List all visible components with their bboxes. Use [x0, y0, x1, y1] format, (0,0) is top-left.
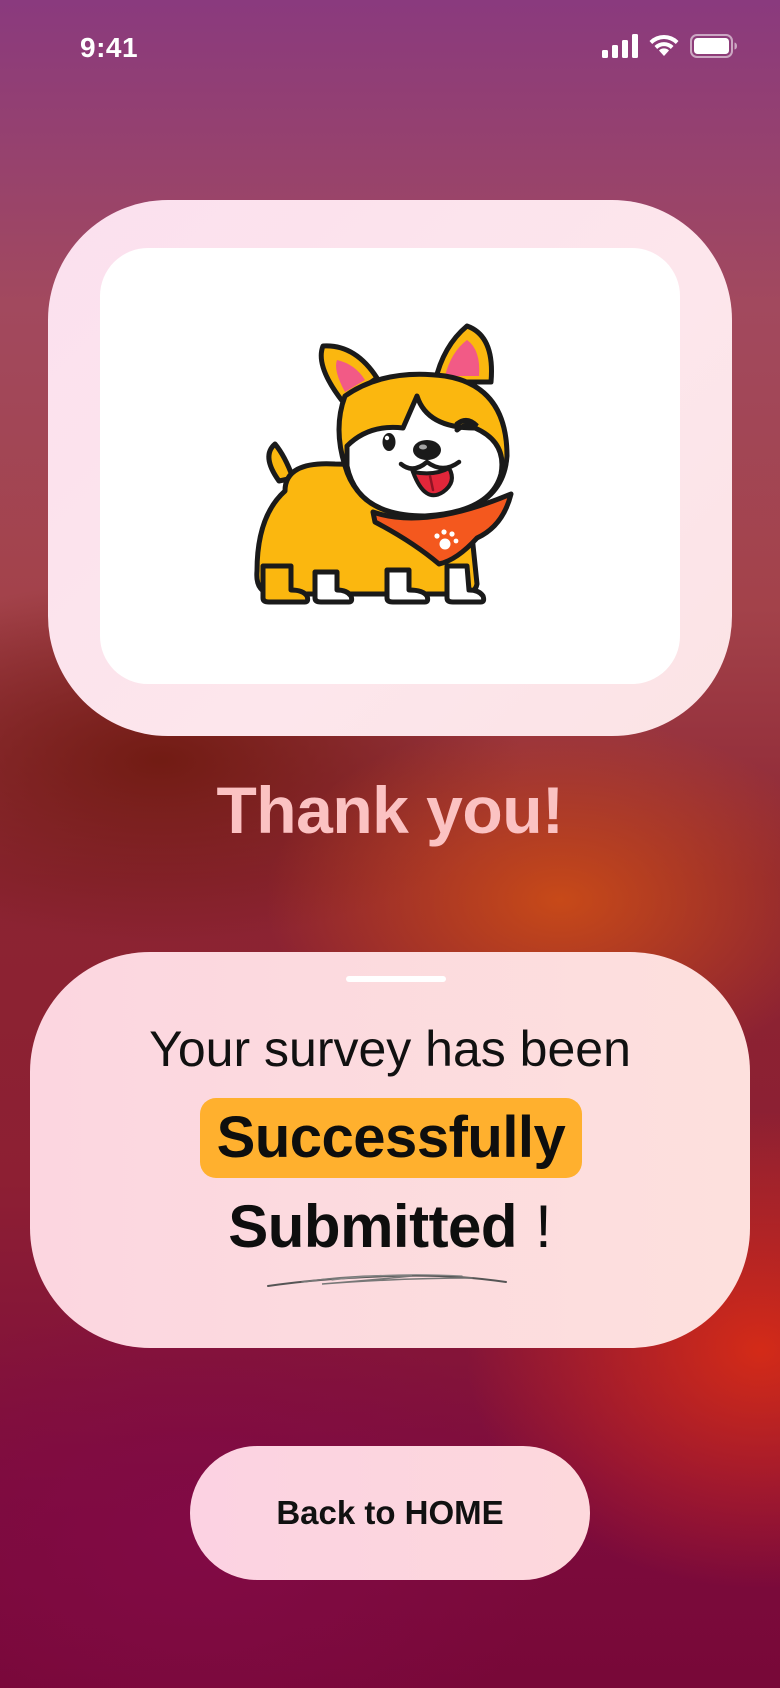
message-card: Your survey has been Successfully Submit… — [30, 952, 750, 1348]
back-to-home-button[interactable]: Back to HOME — [190, 1446, 590, 1580]
underline-scribble — [267, 1274, 507, 1287]
status-time: 9:41 — [80, 32, 139, 63]
page-title: Thank you! — [216, 773, 564, 847]
drag-handle[interactable] — [346, 976, 446, 982]
illustration-card — [48, 200, 732, 736]
status-bar: 9:41 — [0, 0, 780, 100]
submitted-text: Submitted — [228, 1193, 518, 1260]
status-icons — [602, 34, 738, 58]
message-line: Your survey has been — [149, 1021, 631, 1077]
illustration-frame — [100, 248, 680, 684]
battery-icon — [690, 34, 737, 58]
wifi-icon — [649, 34, 679, 56]
exclamation-mark: ! — [535, 1193, 552, 1260]
submitted-line: Submitted! — [30, 1192, 750, 1261]
highlight-text: Successfully — [216, 1105, 566, 1170]
corgi-illustration — [254, 323, 514, 605]
signal-icon — [602, 34, 638, 58]
